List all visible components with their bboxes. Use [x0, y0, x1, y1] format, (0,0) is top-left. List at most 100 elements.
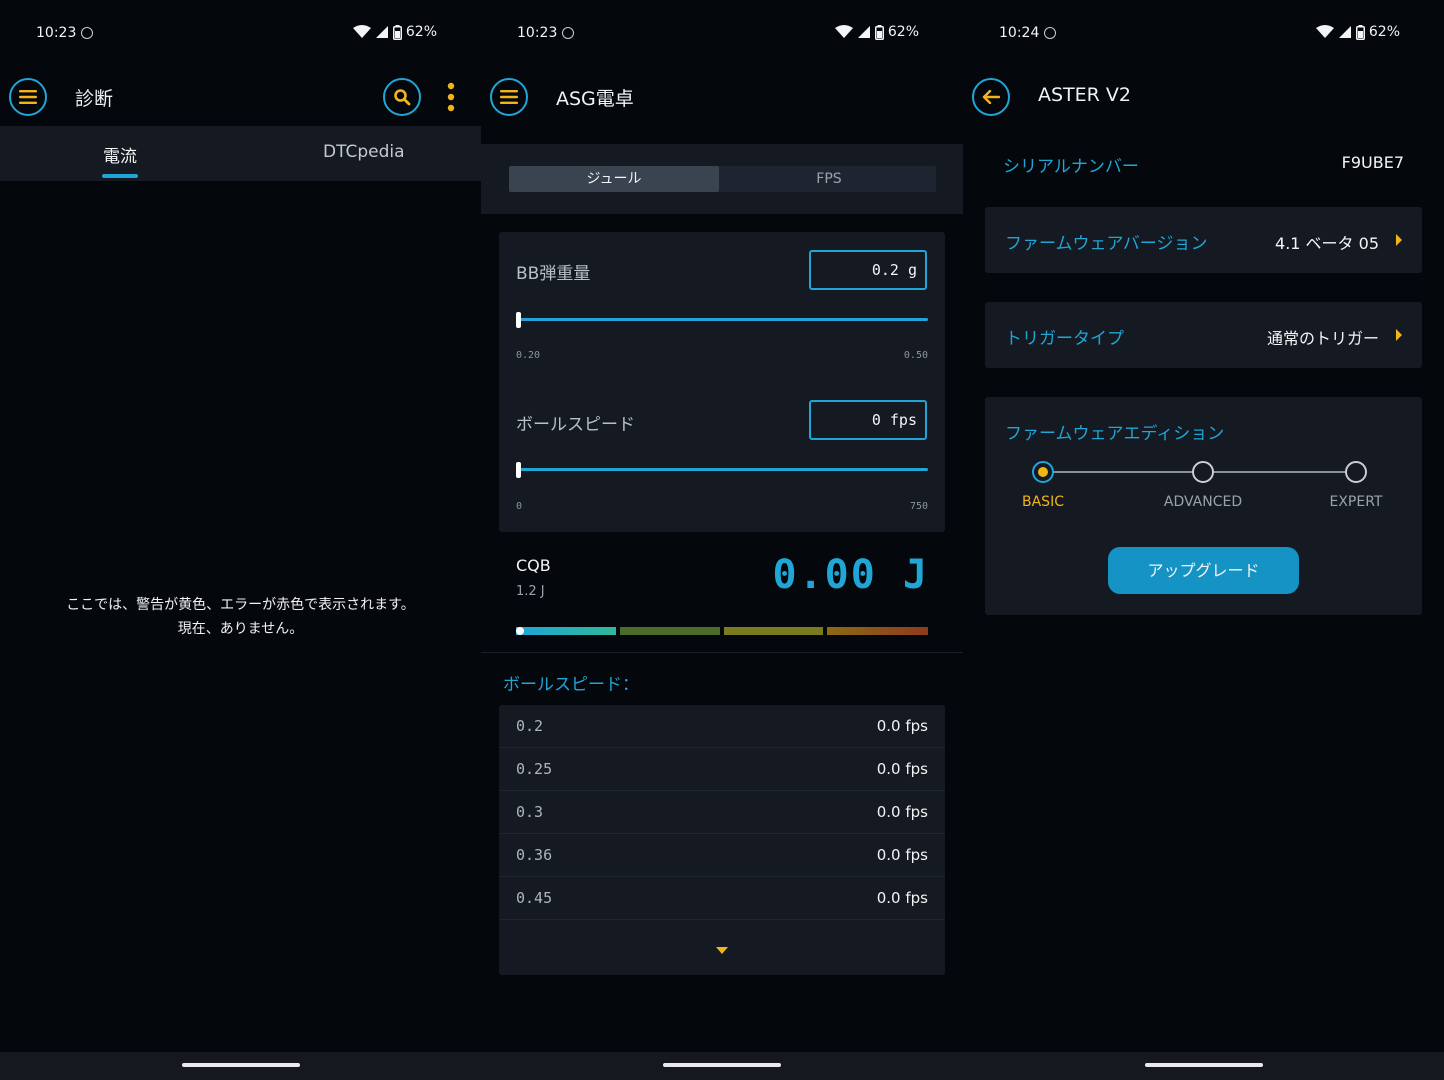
table-row: 0.2 0.0 fps [499, 705, 945, 748]
tab-indicator [102, 174, 138, 178]
serial-label: シリアルナンバー [1003, 157, 1139, 177]
segment-fps[interactable]: FPS [722, 166, 936, 192]
asg-calculator-screen: 10:23 62% ASG電卓 ジュール FPS BB弾重量 0.2 g 0.2… [481, 0, 963, 1080]
row-speed: 0.0 fps [876, 803, 928, 821]
trigger-type-value: 通常のトリガー [1266, 329, 1379, 348]
status-bar: 10:23 62% [481, 0, 963, 68]
arrow-back-icon [982, 90, 1000, 104]
page-title: 診断 [75, 88, 114, 110]
tab-dtcpedia[interactable]: DTCpedia [323, 142, 405, 162]
firmware-version-row[interactable]: ファームウェアバージョン 4.1 ベータ 05 [985, 207, 1422, 273]
row-speed: 0.0 fps [876, 717, 928, 735]
unit-segmented-control: ジュール FPS [509, 166, 936, 192]
bb-weight-input[interactable]: 0.2 g [809, 250, 927, 290]
gesture-bar [0, 1052, 481, 1080]
cast-icon [562, 27, 574, 39]
empty-state-message: ここでは、警告が黄色、エラーが赤色で表示されます。 現在、ありません。 [0, 593, 481, 641]
more-vert-icon[interactable] [447, 82, 455, 112]
battery-percent: 62% [405, 24, 437, 40]
firmware-edition-label: ファームウェアエディション [1005, 424, 1225, 444]
energy-readout: 0.00 J [772, 552, 929, 598]
battery-icon [392, 24, 402, 40]
row-weight: 0.25 [516, 760, 553, 778]
status-time: 10:23 [517, 25, 558, 41]
edition-step-advanced[interactable] [1192, 461, 1214, 483]
edition-step-basic[interactable] [1032, 461, 1054, 483]
tab-current[interactable]: 電流 [103, 142, 137, 167]
table-row: 0.36 0.0 fps [499, 834, 945, 877]
cast-icon [1044, 27, 1056, 39]
menu-button[interactable] [9, 78, 47, 116]
bb-weight-slider-thumb[interactable] [516, 312, 521, 328]
row-weight: 0.2 [516, 717, 544, 735]
energy-meter-indicator [516, 627, 524, 635]
app-bar: 診断 [0, 68, 481, 126]
status-time: 10:23 [36, 25, 77, 41]
signal-icon [857, 26, 870, 38]
search-button[interactable] [383, 78, 421, 116]
back-button[interactable] [972, 78, 1010, 116]
edition-label-basic: BASIC [1022, 494, 1064, 510]
battery-percent: 62% [887, 24, 919, 40]
edition-step-expert[interactable] [1345, 461, 1367, 483]
upgrade-button[interactable]: アップグレード [1108, 547, 1299, 594]
unit-segment-container: ジュール FPS [481, 144, 963, 214]
speed-table: 0.2 0.0 fps 0.25 0.0 fps 0.3 0.0 fps 0.3… [499, 705, 945, 975]
edition-label-expert: EXPERT [1329, 494, 1383, 510]
battery-icon [874, 24, 884, 40]
firmware-version-value: 4.1 ベータ 05 [1275, 234, 1379, 253]
serial-value: F9UBE7 [1341, 153, 1404, 172]
trigger-type-row[interactable]: トリガータイプ 通常のトリガー [985, 302, 1422, 368]
gesture-bar [963, 1052, 1444, 1080]
signal-icon [1338, 26, 1351, 38]
firmware-version-label: ファームウェアバージョン [1005, 234, 1208, 254]
trigger-type-label: トリガータイプ [1005, 329, 1124, 349]
cqb-limit: 1.2 J [516, 584, 545, 599]
ball-speed-slider-track[interactable] [516, 468, 928, 471]
ball-speed-max-label: 750 [909, 501, 928, 512]
bb-weight-label: BB弾重量 [516, 264, 591, 284]
menu-button[interactable] [490, 78, 528, 116]
ball-speed-input[interactable]: 0 fps [809, 400, 927, 440]
status-bar: 10:23 62% [0, 0, 481, 68]
ball-speed-label: ボールスピード [516, 415, 635, 435]
empty-message-line-1: ここでは、警告が黄色、エラーが赤色で表示されます。 [66, 597, 415, 613]
expand-arrow-icon[interactable] [716, 947, 728, 954]
edition-label-advanced: ADVANCED [1163, 494, 1243, 510]
status-bar: 10:24 62% [963, 0, 1444, 68]
table-row: 0.25 0.0 fps [499, 748, 945, 791]
cqb-label: CQB [516, 556, 551, 575]
row-speed: 0.0 fps [876, 760, 928, 778]
row-speed: 0.0 fps [876, 846, 928, 864]
bb-weight-min-label: 0.20 [516, 350, 541, 361]
energy-meter-segment [620, 627, 720, 635]
table-row: 0.45 0.0 fps [499, 877, 945, 920]
empty-message-line-2: 現在、ありません。 [177, 621, 304, 637]
page-title: ASG電卓 [556, 88, 634, 110]
battery-percent: 62% [1368, 24, 1400, 40]
energy-meter-segment [724, 627, 823, 635]
bb-weight-slider-track[interactable] [516, 318, 928, 321]
wifi-icon [834, 25, 853, 38]
divider [481, 652, 963, 653]
wifi-icon [1315, 25, 1334, 38]
row-weight: 0.36 [516, 846, 553, 864]
cast-icon [81, 27, 93, 39]
home-handle[interactable] [1144, 1063, 1263, 1067]
home-handle[interactable] [663, 1063, 781, 1067]
ball-speed-slider-thumb[interactable] [516, 462, 521, 478]
home-handle[interactable] [181, 1063, 300, 1067]
speed-table-title: ボールスピード： [503, 675, 639, 695]
row-speed: 0.0 fps [876, 889, 928, 907]
wifi-icon [352, 25, 371, 38]
chevron-right-icon [1396, 234, 1402, 246]
table-row: 0.3 0.0 fps [499, 791, 945, 834]
hamburger-icon [19, 90, 37, 104]
row-weight: 0.3 [516, 803, 544, 821]
battery-icon [1355, 24, 1365, 40]
app-bar: ASTER V2 [963, 68, 1444, 126]
gesture-bar [481, 1052, 963, 1080]
bb-weight-max-label: 0.50 [903, 350, 928, 361]
segment-joule[interactable]: ジュール [509, 166, 719, 192]
energy-meter-segment [516, 627, 616, 635]
